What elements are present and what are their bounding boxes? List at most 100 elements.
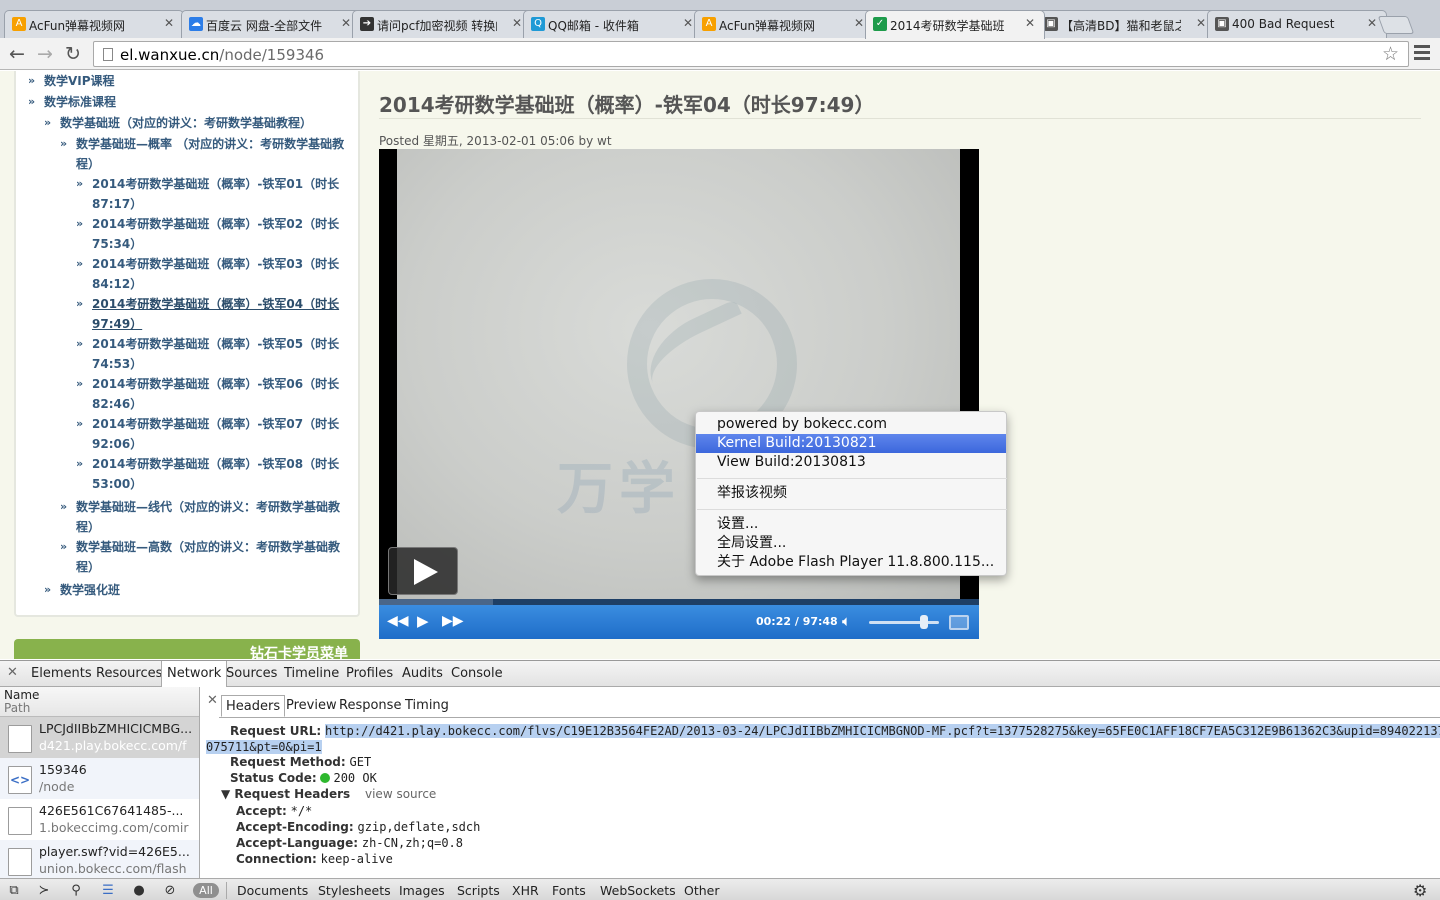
tab-console[interactable]: Console (446, 661, 508, 687)
request-headers-toggle[interactable]: ▼ Request Headers (221, 787, 350, 801)
bullet-icon: » (76, 257, 84, 270)
request-row[interactable]: <> 159346 /node (0, 758, 199, 799)
new-tab-button[interactable] (1377, 16, 1415, 34)
menu-item-label: 数学VIP课程 (44, 74, 115, 88)
filter-other[interactable]: Other (684, 883, 720, 898)
request-list-header[interactable]: Name Path (0, 687, 199, 717)
browser-menu-icon[interactable] (1414, 45, 1430, 63)
divider (226, 882, 227, 899)
promo-banner[interactable]: 钻石卡学员菜单 (14, 639, 360, 659)
promo-text: 钻石卡学员菜单 (250, 646, 348, 659)
browser-tab[interactable]: A AcFun弹幕视频网 ✕ (4, 10, 184, 38)
filter-xhr[interactable]: XHR (512, 883, 539, 898)
browser-tab[interactable]: ▣ 【高清BD】猫和老鼠之 ✕ (1036, 10, 1216, 38)
menu-item-label: 2014考研数学基础班（概率）-铁军04（时长 (92, 297, 340, 311)
tab-elements[interactable]: Elements (26, 661, 97, 687)
rewind-icon[interactable]: ◀◀ (387, 611, 409, 631)
record-icon[interactable]: ● (130, 882, 148, 899)
tab-audits[interactable]: Audits (397, 661, 448, 687)
devtools-panel: ✕ Elements Resources Network Sources Tim… (0, 660, 1440, 900)
menu-item-powered-by[interactable]: powered by bokecc.com (696, 415, 1006, 434)
tab-title: 请问pcf加密视频 转换的 (377, 19, 497, 33)
filter-images[interactable]: Images (399, 883, 445, 898)
menu-item-about-flash[interactable]: 关于 Adobe Flash Player 11.8.800.115... (696, 553, 1006, 572)
menu-item-label: 数学基础班—高数（对应的讲义：考研数学基础教 (76, 540, 341, 554)
clear-icon[interactable]: ⊘ (161, 882, 179, 899)
tab-title: QQ邮箱 - 收件箱 (548, 19, 639, 33)
list-view-icon[interactable]: ☰ (99, 882, 117, 899)
close-icon[interactable]: ✕ (164, 16, 174, 30)
menu-item-kernel-build[interactable]: Kernel Build:20130821 (696, 434, 1006, 453)
request-url-value[interactable]: http://d421.play.bokecc.com/flvs/C19E12B… (324, 724, 1440, 738)
play-icon[interactable]: ▶ (417, 611, 429, 631)
address-url[interactable]: el.wanxue.cn/node/159346 (120, 46, 324, 64)
filter-websockets[interactable]: WebSockets (600, 883, 676, 898)
back-arrow-icon[interactable]: ← (5, 42, 29, 66)
close-detail-icon[interactable]: ✕ (207, 693, 218, 708)
header-value: gzip,deflate,sdch (357, 820, 481, 834)
browser-tab[interactable]: ➔ 请问pcf加密视频 转换的 ✕ (352, 10, 532, 38)
speaker-icon[interactable]: 🔈︎ (842, 611, 851, 631)
view-source-link[interactable]: view source (365, 787, 436, 801)
browser-tab-active[interactable]: ✓ 2014考研数学基础班（ ✕ (865, 10, 1045, 39)
tab-profiles[interactable]: Profiles (341, 661, 398, 687)
search-icon[interactable]: ⚲ (67, 882, 85, 899)
close-icon[interactable]: ✕ (1196, 16, 1206, 30)
tab-headers[interactable]: Headers (221, 695, 286, 717)
filter-fonts[interactable]: Fonts (552, 883, 586, 898)
tab-timeline[interactable]: Timeline (279, 661, 344, 687)
bullet-icon: » (76, 297, 84, 310)
fast-forward-icon[interactable]: ▶▶ (442, 611, 464, 631)
header-value: keep-alive (320, 852, 393, 866)
close-icon[interactable]: ✕ (683, 16, 693, 30)
forward-arrow-icon[interactable]: → (33, 42, 57, 66)
reload-icon[interactable]: ↻ (61, 42, 85, 66)
dock-icon[interactable]: ⧉ (5, 882, 23, 899)
filter-scripts[interactable]: Scripts (457, 883, 500, 898)
address-bar[interactable]: el.wanxue.cn/node/159346 ☆ (93, 41, 1409, 67)
tab-resources[interactable]: Resources (91, 661, 167, 687)
tab-timing[interactable]: Timing (401, 695, 453, 717)
status-ok-icon (320, 773, 331, 783)
request-row[interactable]: LPCJdIIBbZMHICICMBG... d421.play.bokecc.… (0, 717, 199, 758)
close-icon[interactable]: ✕ (1025, 16, 1035, 30)
bookmark-star-icon[interactable]: ☆ (1382, 43, 1399, 65)
site-icon: ➔ (360, 17, 374, 31)
gear-icon[interactable]: ⚙ (1413, 881, 1427, 900)
filter-documents[interactable]: Documents (237, 883, 308, 898)
filter-all[interactable]: All (193, 883, 219, 898)
filter-stylesheets[interactable]: Stylesheets (318, 883, 391, 898)
volume-slider[interactable] (869, 621, 939, 624)
volume-knob[interactable] (920, 615, 928, 629)
close-devtools-icon[interactable]: ✕ (7, 665, 18, 680)
tab-network[interactable]: Network (161, 661, 228, 688)
close-icon[interactable]: ✕ (854, 16, 864, 30)
console-drawer-icon[interactable]: ≻ (35, 882, 53, 899)
big-play-button[interactable] (388, 547, 458, 595)
menu-item-view-build[interactable]: View Build:20130813 (696, 453, 1006, 472)
fullscreen-icon[interactable] (949, 615, 969, 630)
request-url-value-cont[interactable]: 075711&pt=0&pi=1 (206, 740, 322, 754)
status-code-value: 200 OK (333, 771, 377, 785)
menu-item-global-settings[interactable]: 全局设置... (696, 534, 1006, 553)
menu-item-settings[interactable]: 设置... (696, 515, 1006, 534)
browser-tab[interactable]: ☁ 百度云 网盘-全部文件 ✕ (181, 10, 361, 38)
request-row[interactable]: player.swf?vid=426E5... union.bokecc.com… (0, 840, 199, 878)
browser-tab-strip: A AcFun弹幕视频网 ✕ ☁ 百度云 网盘-全部文件 ✕ ➔ 请问pcf加密… (0, 0, 1440, 39)
header-connection: Connection: keep-alive (236, 852, 393, 866)
browser-tab[interactable]: Q QQ邮箱 - 收件箱 ✕ (523, 10, 703, 38)
tab-preview[interactable]: Preview (282, 695, 341, 717)
menu-item-report-video[interactable]: 举报该视频 (696, 484, 1006, 503)
browser-tab[interactable]: A AcFun弹幕视频网 ✕ (694, 10, 874, 38)
file-icon (8, 848, 32, 876)
close-icon[interactable]: ✕ (512, 16, 522, 30)
tab-sources[interactable]: Sources (221, 661, 282, 687)
tab-response[interactable]: Response (335, 695, 405, 717)
browser-tab[interactable]: ▣ 400 Bad Request ✕ (1207, 10, 1387, 38)
close-icon[interactable]: ✕ (1367, 16, 1377, 30)
close-icon[interactable]: ✕ (341, 16, 351, 30)
header-key: Connection: (236, 852, 317, 866)
request-detail-pane: ✕ Headers Preview Response Timing Reques… (201, 687, 1440, 878)
request-row[interactable]: 426E561C67641485-... 1.bokeccimg.com/com… (0, 799, 199, 840)
menu-item-label: 数学基础班—概率 （对应的讲义：考研数学基础教 (76, 137, 345, 151)
